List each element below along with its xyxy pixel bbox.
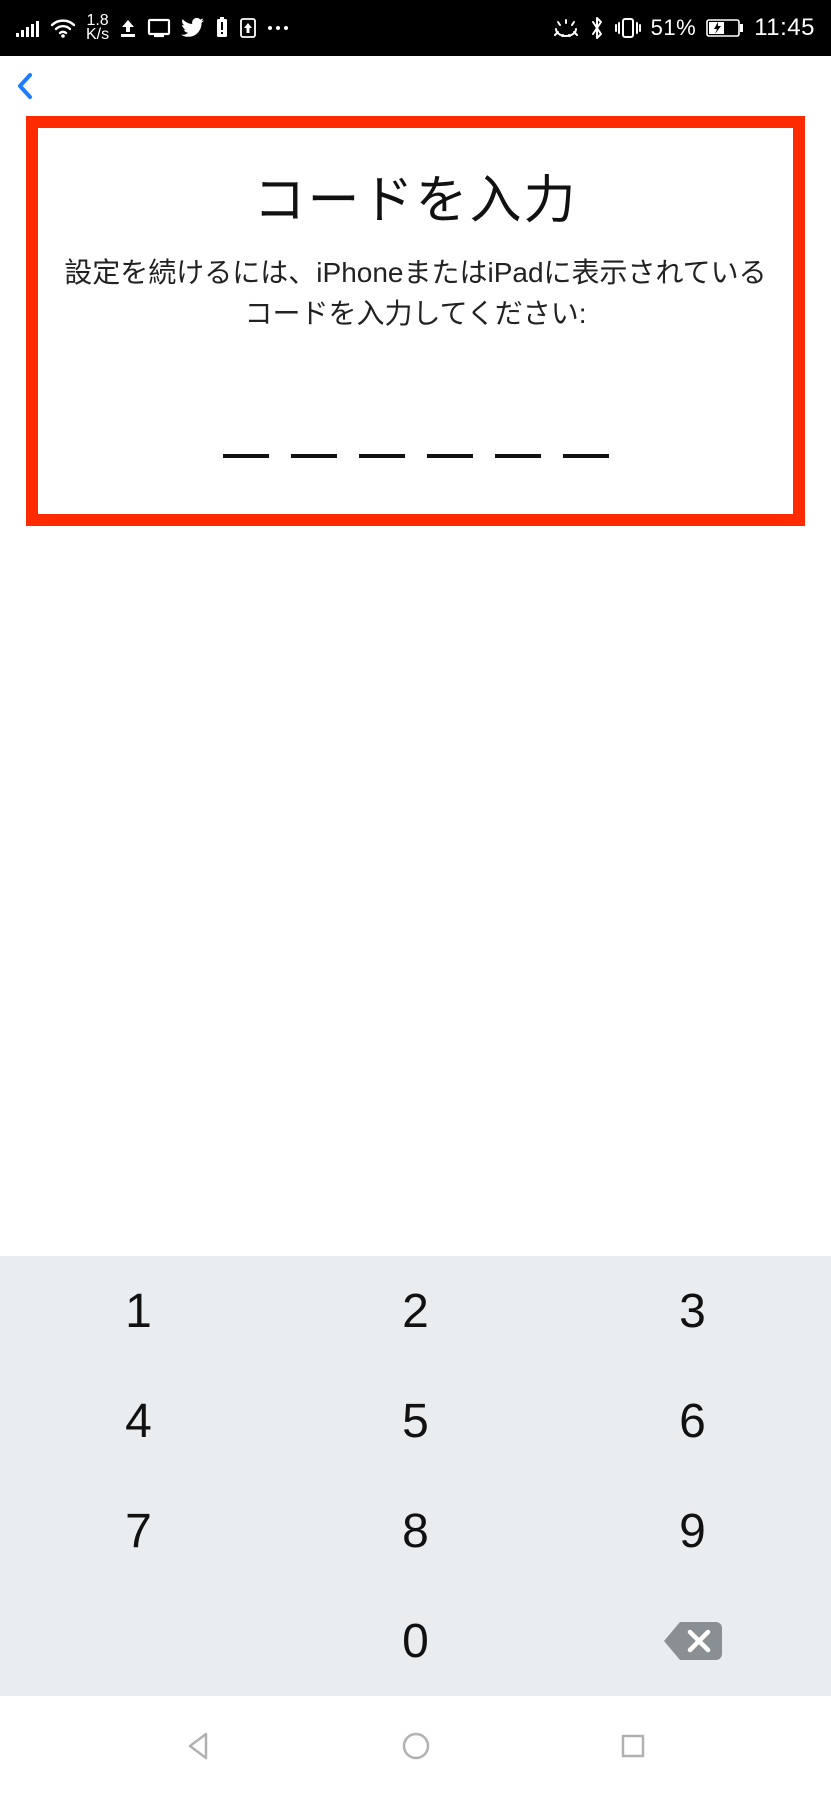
upload-icon	[119, 18, 137, 38]
android-status-bar: 1.8 K/s 51%	[0, 0, 831, 56]
keypad-key-3[interactable]: 3	[554, 1256, 831, 1366]
code-input[interactable]	[56, 424, 775, 458]
backspace-icon	[660, 1618, 726, 1664]
keypad-empty	[0, 1586, 277, 1696]
network-speed: 1.8 K/s	[86, 14, 109, 43]
battery-icon	[706, 19, 744, 37]
bluetooth-icon	[589, 16, 605, 40]
cast-icon	[147, 18, 171, 38]
numeric-keypad: 123 456 7890	[0, 1256, 831, 1696]
keypad-key-1[interactable]: 1	[0, 1256, 277, 1366]
android-back-button[interactable]	[178, 1726, 218, 1771]
speed-unit: K/s	[86, 28, 109, 42]
code-digit-slot	[359, 454, 405, 458]
wifi-icon	[50, 18, 76, 38]
battery-percentage: 51%	[651, 15, 697, 41]
cellular-signal-icon	[16, 19, 40, 37]
android-recent-button[interactable]	[613, 1726, 653, 1771]
app-update-icon	[239, 17, 257, 39]
keypad-key-0[interactable]: 0	[277, 1586, 554, 1696]
code-entry-panel: コードを入力 設定を続けるには、iPhoneまたはiPadに表示されているコード…	[26, 116, 805, 526]
code-digit-slot	[563, 454, 609, 458]
status-left-cluster: 1.8 K/s	[16, 14, 289, 43]
keypad-key-4[interactable]: 4	[0, 1366, 277, 1476]
keypad-key-8[interactable]: 8	[277, 1476, 554, 1586]
battery-alert-icon	[215, 17, 229, 39]
chevron-left-icon	[6, 67, 44, 105]
code-digit-slot	[291, 454, 337, 458]
twitter-icon	[181, 18, 205, 38]
eye-comfort-icon	[553, 19, 579, 37]
panel-subtitle: 設定を続けるには、iPhoneまたはiPadに表示されているコードを入力してくだ…	[56, 253, 775, 334]
code-digit-slot	[427, 454, 473, 458]
nav-bar	[0, 56, 831, 116]
keypad-key-9[interactable]: 9	[554, 1476, 831, 1586]
keypad-key-6[interactable]: 6	[554, 1366, 831, 1476]
keypad-key-5[interactable]: 5	[277, 1366, 554, 1476]
keypad-key-2[interactable]: 2	[277, 1256, 554, 1366]
keypad-key-7[interactable]: 7	[0, 1476, 277, 1586]
android-navigation-bar	[0, 1696, 831, 1800]
vibrate-icon	[615, 17, 641, 39]
keypad-backspace-button[interactable]	[554, 1586, 831, 1696]
status-right-cluster: 51% 11:45	[553, 14, 815, 42]
android-home-button[interactable]	[396, 1726, 436, 1771]
back-button[interactable]	[6, 67, 44, 105]
code-digit-slot	[223, 454, 269, 458]
panel-title: コードを入力	[56, 158, 775, 233]
code-digit-slot	[495, 454, 541, 458]
clock: 11:45	[754, 14, 815, 42]
more-notifications-icon	[267, 24, 289, 32]
